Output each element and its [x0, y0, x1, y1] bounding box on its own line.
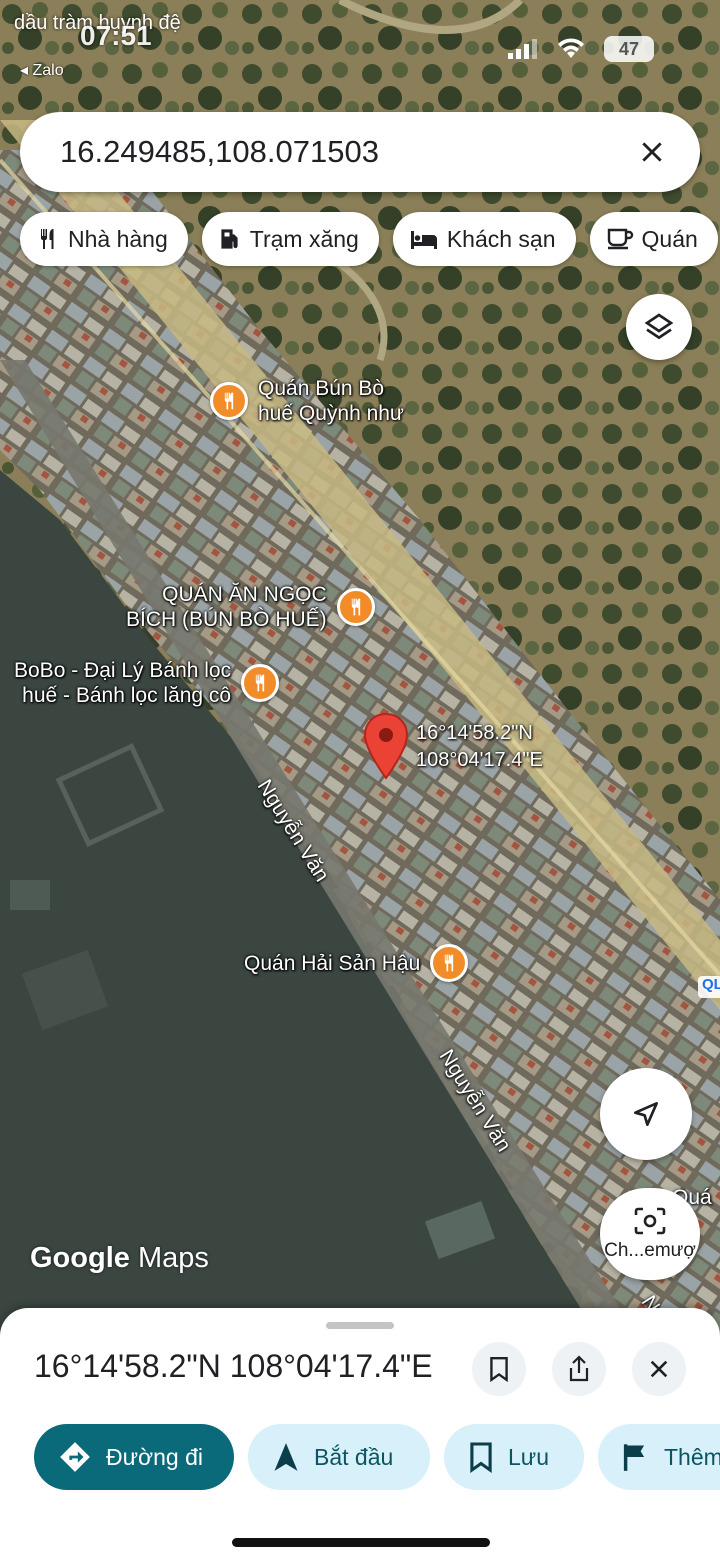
- poi-label-line1: Quán Bún Bò: [258, 377, 385, 400]
- lens-button[interactable]: Ch...emượ: [600, 1188, 700, 1280]
- restaurant-icon: [210, 382, 248, 420]
- chip-label: Trạm xăng: [249, 225, 359, 252]
- layers-icon: [644, 313, 674, 340]
- chip-cafes[interactable]: Quán: [589, 212, 718, 266]
- close-icon: [642, 142, 662, 162]
- gas-station-icon: [221, 229, 238, 249]
- place-title: 16°14'58.2"N 108°04'17.4"E: [34, 1348, 433, 1384]
- bookmark-icon: [490, 1356, 508, 1382]
- share-icon: [569, 1355, 589, 1382]
- action-label: Đường đi: [106, 1443, 203, 1470]
- back-to-zalo[interactable]: ◂ Zalo: [20, 60, 64, 80]
- close-icon: [650, 1360, 668, 1378]
- bed-icon: [410, 231, 437, 249]
- poi-label-line2: huế - Bánh lọc lăng cô: [22, 684, 232, 707]
- wifi-icon: [558, 38, 584, 58]
- pin-coordinates-label: 16°14'58.2"N 108°04'17.4"E: [416, 720, 543, 774]
- restaurant-icon: [241, 664, 280, 702]
- poi-label-line1: BoBo - Đại Lý Bánh lọc: [14, 659, 232, 682]
- signal-icon: [508, 39, 537, 59]
- chip-hotels[interactable]: Khách sạn: [392, 212, 576, 266]
- action-label: Thêm: [664, 1443, 720, 1470]
- road-badge: QL: [702, 976, 720, 993]
- chip-label: Khách sạn: [446, 225, 556, 252]
- search-input[interactable]: [60, 134, 632, 170]
- camera-lens-icon: [634, 1207, 666, 1235]
- bookmark-icon: [470, 1442, 492, 1473]
- layers-button[interactable]: [626, 294, 692, 360]
- poi-label-line1: Quán Hải Sản Hậu: [244, 951, 421, 975]
- status-icons: [508, 38, 586, 60]
- search-bar[interactable]: [20, 112, 700, 192]
- chip-restaurants[interactable]: Nhà hàng: [20, 212, 188, 266]
- directions-icon: [60, 1442, 90, 1472]
- action-label: Lưu: [508, 1443, 549, 1470]
- save-place-button[interactable]: [472, 1342, 526, 1396]
- place-bottom-sheet[interactable]: 16°14'58.2"N 108°04'17.4"E Đường đi Bắt …: [0, 1308, 720, 1560]
- google-maps-logo: Google Maps: [30, 1242, 209, 1275]
- fork-knife-icon: [41, 229, 54, 249]
- pin-lat-text: 16°14'58.2"N: [416, 722, 533, 744]
- logo-google-text: Google: [30, 1242, 130, 1274]
- sheet-drag-handle[interactable]: [326, 1322, 394, 1329]
- navigation-arrow-icon: [274, 1443, 298, 1471]
- chip-gas-stations[interactable]: Trạm xăng: [201, 212, 379, 266]
- poi-bobo-dai-ly-banh-loc[interactable]: BoBo - Đại Lý Bánh lọc huế - Bánh lọc lă…: [14, 658, 280, 708]
- battery-indicator: 47: [604, 36, 654, 62]
- home-indicator[interactable]: [232, 1538, 490, 1547]
- my-location-button[interactable]: [600, 1068, 692, 1160]
- poi-quan-hai-san-hau[interactable]: Quán Hải Sản Hậu: [244, 944, 469, 982]
- status-time: 07:51: [80, 20, 152, 51]
- more-button[interactable]: Thêm: [598, 1424, 720, 1490]
- coffee-cup-icon: [607, 228, 633, 250]
- logo-maps-text: Maps: [137, 1242, 209, 1274]
- action-label: Bắt đầu: [314, 1443, 394, 1470]
- share-button[interactable]: [552, 1342, 606, 1396]
- chip-label: Nhà hàng: [68, 225, 168, 252]
- category-chips: Nhà hàng Trạm xăng Khách sạn Quán: [20, 212, 718, 266]
- poi-quan-bun-bo-hue-quynh-nhu[interactable]: Quán Bún Bò huế Quỳnh như: [210, 376, 404, 426]
- poi-label-line1: QUÁN ĂN NGỌC: [162, 583, 327, 606]
- restaurant-icon: [336, 588, 375, 626]
- action-buttons: Đường đi Bắt đầu Lưu Thêm: [34, 1424, 720, 1490]
- lens-label: Ch...emượ: [604, 1240, 696, 1261]
- poi-label-line2: BÍCH (BÚN BÒ HUẾ): [126, 608, 327, 631]
- poi-quan-an-ngoc-bich[interactable]: QUÁN ĂN NGỌC BÍCH (BÚN BÒ HUẾ): [126, 582, 375, 632]
- navigation-arrow-outline-icon: [634, 1102, 658, 1126]
- clear-search-button[interactable]: [632, 132, 672, 172]
- pin-lng-text: 108°04'17.4"E: [416, 749, 543, 771]
- location-pin-icon[interactable]: [362, 712, 410, 780]
- flag-icon: [623, 1444, 645, 1471]
- poi-label-line2: huế Quỳnh như: [258, 402, 404, 425]
- save-button[interactable]: Lưu: [444, 1424, 584, 1490]
- start-button[interactable]: Bắt đầu: [248, 1424, 430, 1490]
- chip-label: Quán: [641, 225, 698, 252]
- directions-button[interactable]: Đường đi: [34, 1424, 234, 1490]
- close-sheet-button[interactable]: [632, 1342, 686, 1396]
- restaurant-icon: [430, 944, 469, 982]
